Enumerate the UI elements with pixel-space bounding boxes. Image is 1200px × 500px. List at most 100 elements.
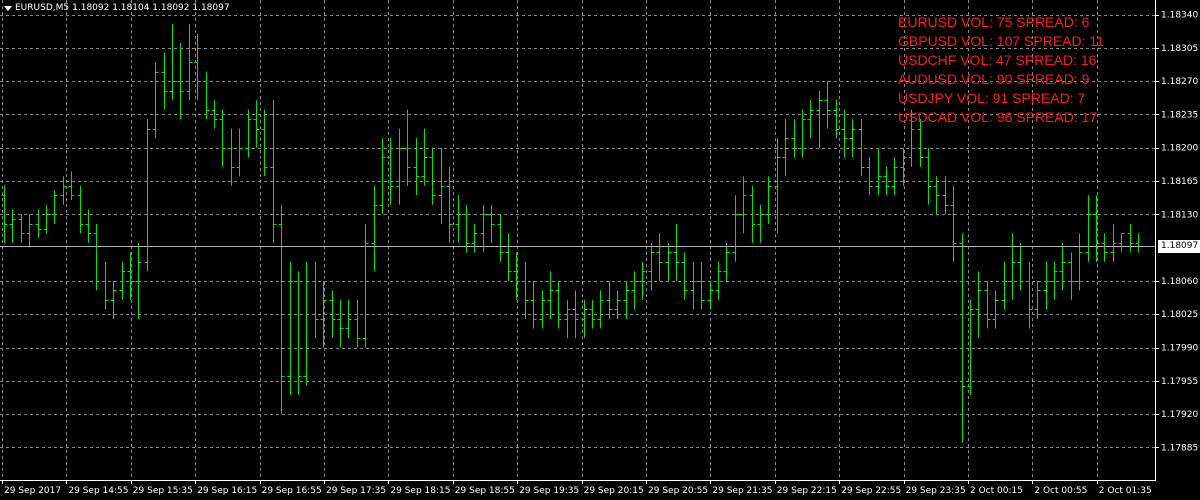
ohlc-bar bbox=[144, 119, 151, 272]
y-tick-label: 1.18130 bbox=[1161, 210, 1198, 220]
x-tick-label: 29 Sep 20:15 bbox=[584, 486, 644, 496]
x-tick-label: 29 Sep 17:35 bbox=[326, 486, 386, 496]
x-tick-label: 29 Sep 16:55 bbox=[262, 486, 322, 496]
ohlc-bar bbox=[522, 261, 529, 319]
ohlc-bar bbox=[362, 223, 369, 348]
ohlc-bar bbox=[404, 109, 411, 186]
y-tick-label: 1.18025 bbox=[1161, 310, 1198, 320]
ohlc-bar bbox=[68, 171, 75, 201]
ohlc-bar bbox=[1127, 223, 1134, 253]
ohlc-bar bbox=[1043, 261, 1050, 310]
x-tick-label: 29 Sep 19:35 bbox=[519, 486, 579, 496]
ohlc-bar bbox=[488, 204, 495, 243]
ohlc-bar bbox=[236, 128, 243, 177]
ohlc-bar bbox=[203, 71, 210, 120]
ohlc-bar bbox=[1026, 261, 1033, 329]
ohlc-label: 1.18092 1.18104 1.18092 1.18097 bbox=[72, 3, 230, 13]
ohlc-bar bbox=[471, 223, 478, 253]
ohlc-bar bbox=[555, 280, 562, 329]
x-tick-label: 2 Oct 00:15 bbox=[970, 486, 1023, 496]
ohlc-bar bbox=[421, 128, 428, 186]
overlay-line: EURUSD VOL: 75 SPREAD: 6 bbox=[898, 14, 1090, 30]
ohlc-bar bbox=[463, 204, 470, 253]
ohlc-bar bbox=[429, 147, 436, 205]
price-axis: 1.18340 1.18305 1.18270 1.18235 1.18200 1.181… bbox=[1155, 11, 1198, 453]
ohlc-bar bbox=[530, 280, 537, 329]
ohlc-bar bbox=[354, 299, 361, 348]
ohlc-bar bbox=[950, 185, 957, 262]
ohlc-bar bbox=[757, 204, 764, 243]
ohlc-bar bbox=[337, 299, 344, 348]
ohlc-bar bbox=[261, 109, 268, 177]
chart-header: EURUSD,M5 1.18092 1.18104 1.18092 1.1809… bbox=[4, 3, 230, 13]
ohlc-bar bbox=[866, 157, 873, 196]
ohlc-bar bbox=[446, 166, 453, 243]
ohlc-bar bbox=[782, 119, 789, 177]
ohlc-bar bbox=[875, 147, 882, 196]
ohlc-bar bbox=[631, 271, 638, 310]
x-tick-label: 2 Oct 00:55 bbox=[1034, 486, 1087, 496]
x-tick-label: 29 Sep 21:35 bbox=[712, 486, 772, 496]
ohlc-bar bbox=[93, 223, 100, 291]
spread-overlay: EURUSD VOL: 75 SPREAD: 6 GBPUSD VOL: 107… bbox=[898, 13, 1104, 127]
ohlc-bar bbox=[345, 299, 352, 338]
ohlc-bar bbox=[505, 233, 512, 281]
ohlc-bar bbox=[925, 147, 932, 205]
x-tick-label: 2 Oct 01:35 bbox=[1099, 486, 1152, 496]
ohlc-bar bbox=[51, 190, 58, 224]
x-tick-label: 29 Sep 18:55 bbox=[455, 486, 515, 496]
ohlc-bar bbox=[799, 109, 806, 158]
ohlc-bar bbox=[673, 223, 680, 281]
ohlc-bar bbox=[1093, 195, 1100, 262]
ohlc-bar bbox=[597, 290, 604, 329]
overlay-line: AUDUSD VOL: 90 SPREAD: 9 bbox=[898, 71, 1090, 87]
ohlc-bar bbox=[648, 242, 655, 291]
current-price-tag: 1.18097 bbox=[1158, 239, 1200, 253]
x-tick-label: 29 Sep 20:55 bbox=[648, 486, 708, 496]
overlay-line: GBPUSD VOL: 107 SPREAD: 11 bbox=[898, 33, 1104, 49]
ohlc-bar bbox=[715, 261, 722, 300]
y-tick-label: 1.17955 bbox=[1161, 377, 1198, 387]
y-tick-label: 1.18060 bbox=[1161, 277, 1198, 287]
ohlc-bar bbox=[219, 109, 226, 167]
ohlc-bar bbox=[1059, 242, 1066, 291]
triangle-down-icon[interactable] bbox=[4, 5, 12, 11]
ohlc-bar bbox=[1017, 242, 1024, 291]
ohlc-bar bbox=[841, 109, 848, 158]
ohlc-bar bbox=[984, 280, 991, 329]
ohlc-bar bbox=[438, 147, 445, 224]
ohlc-bar bbox=[765, 176, 772, 224]
ohlc-bar bbox=[371, 185, 378, 272]
ohlc-bar bbox=[480, 204, 487, 253]
ohlc-bar bbox=[186, 24, 193, 101]
ohlc-bar bbox=[455, 195, 462, 243]
ohlc-bar bbox=[35, 209, 42, 239]
ohlc-bar bbox=[665, 242, 672, 281]
ohlc-bar bbox=[690, 261, 697, 310]
ohlc-bar bbox=[656, 233, 663, 281]
ohlc-bar bbox=[1135, 233, 1142, 253]
ohlc-bar bbox=[253, 100, 260, 148]
y-tick-label: 1.17885 bbox=[1161, 443, 1198, 453]
time-axis: 29 Sep 2017 29 Sep 14:55 29 Sep 15:35 29 Se… bbox=[2, 480, 1152, 496]
ohlc-bar bbox=[623, 280, 630, 319]
ohlc-bar bbox=[278, 204, 285, 415]
ohlc-bar bbox=[891, 157, 898, 196]
ohlc-bar bbox=[77, 185, 84, 234]
ohlc-bar bbox=[1118, 233, 1125, 253]
ohlc-bar bbox=[959, 233, 966, 443]
ohlc-bar bbox=[1034, 280, 1041, 319]
y-tick-label: 1.18340 bbox=[1161, 11, 1198, 21]
ohlc-bar bbox=[539, 290, 546, 329]
ohlc-bar bbox=[379, 138, 386, 215]
ohlc-bar bbox=[413, 138, 420, 196]
ohlc-bar bbox=[1110, 223, 1117, 262]
ohlc-bar bbox=[497, 214, 504, 262]
ohlc-bar bbox=[18, 214, 25, 243]
ohlc-bar bbox=[1085, 195, 1092, 262]
ohlc-bar bbox=[110, 280, 117, 319]
ohlc-bar bbox=[127, 252, 134, 300]
ohlc-bar bbox=[295, 271, 302, 396]
ohlc-bar bbox=[396, 128, 403, 205]
ohlc-bar bbox=[698, 261, 705, 310]
